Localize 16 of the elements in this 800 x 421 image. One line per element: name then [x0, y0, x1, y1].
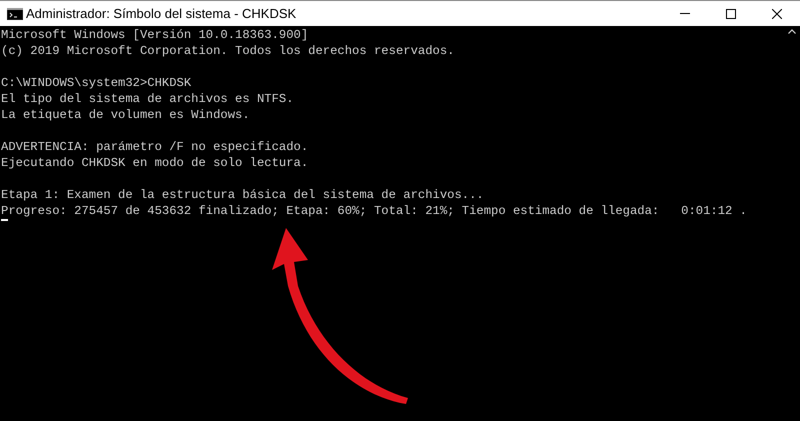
- text-cursor: [1, 219, 8, 221]
- console-line: Progreso: 275457 de 453632 finalizado; Etapa: 60%; Total: 21%; Tiempo estimado de llegada: 0:01:12 .: [1, 204, 747, 218]
- close-icon: [772, 8, 782, 18]
- console-line: El tipo del sistema de archivos es NTFS.: [1, 92, 294, 106]
- scroll-up-icon: [788, 29, 796, 34]
- console-line: Etapa 1: Examen de la estructura básica del sistema de archivos...: [1, 188, 484, 202]
- console-app-icon: [7, 8, 23, 20]
- window-title: Administrador: Símbolo del sistema - CHKDSK: [26, 4, 296, 23]
- console-line: ADVERTENCIA: parámetro /F no especificado.: [1, 140, 308, 154]
- minimize-icon: [680, 13, 690, 14]
- console-line: C:\WINDOWS\system32>CHKDSK: [1, 76, 192, 90]
- console-line: La etiqueta de volumen es Windows.: [1, 108, 250, 122]
- console-line: (c) 2019 Microsoft Corporation. Todos los derechos reservados.: [1, 44, 454, 58]
- console-line: Microsoft Windows [Versión 10.0.18363.900]: [1, 28, 308, 42]
- console-line: Ejecutando CHKDSK en modo de solo lectura.: [1, 156, 308, 170]
- maximize-icon: [726, 8, 736, 18]
